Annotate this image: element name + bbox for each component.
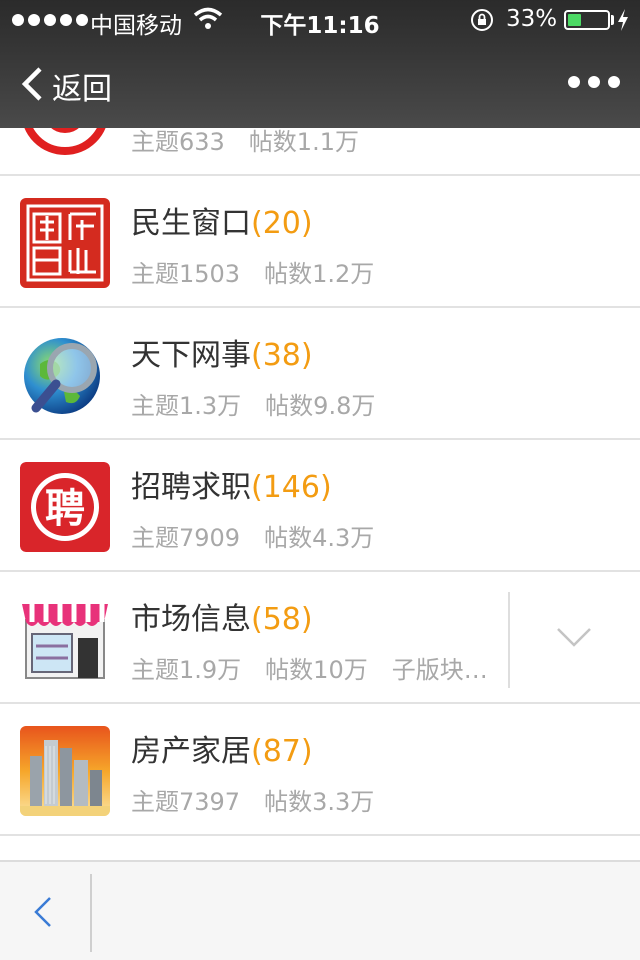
post-count: 帖数10万	[265, 656, 368, 684]
battery-percent: 33%	[506, 6, 558, 32]
forum-title: 房产家居(87)	[131, 726, 313, 770]
back-chevron-icon[interactable]	[20, 66, 44, 102]
forum-meta: 主题1.9万 帖数10万 子版块…	[131, 650, 512, 685]
forum-row-zhaopin[interactable]: 聘 招聘求职(146) 主题7909 帖数4.3万	[0, 440, 640, 572]
hire-badge-char: 聘	[45, 486, 85, 532]
forum-title: 民生窗口(20)	[131, 198, 313, 242]
forum-meta: 主题1.3万 帖数9.8万	[131, 386, 399, 421]
thread-count: (58)	[251, 602, 313, 637]
topic-count: 主题633	[131, 128, 225, 156]
forum-name: 民生窗口	[131, 206, 251, 241]
battery-icon	[564, 10, 610, 30]
forum-name: 天下网事	[131, 338, 251, 373]
forum-title: 招聘求职(146)	[131, 462, 332, 506]
post-count: 帖数3.3万	[264, 788, 375, 816]
forum-row-minsheng[interactable]: 民生窗口(20) 主题1503 帖数1.2万	[0, 176, 640, 308]
forum-row-fangchan[interactable]: 房产家居(87) 主题7397 帖数3.3万	[0, 704, 640, 836]
toolbar-divider	[90, 874, 92, 952]
forum-row-shichang[interactable]: 市场信息(58) 主题1.9万 帖数10万 子版块…	[0, 572, 640, 704]
battery-level	[568, 14, 581, 26]
status-bar: 中国移动 下午11:16 33%	[0, 0, 640, 40]
chevron-down-icon[interactable]	[556, 626, 592, 648]
post-count: 帖数4.3万	[264, 524, 375, 552]
post-count: 帖数9.8万	[265, 392, 376, 420]
post-count: 帖数1.1万	[248, 128, 359, 156]
forum-meta: 主题7397 帖数3.3万	[131, 782, 398, 817]
orientation-lock-icon	[471, 9, 493, 31]
seal-stamp-icon	[20, 198, 110, 288]
skyscrapers-icon	[20, 726, 110, 816]
forum-name: 市场信息	[131, 602, 251, 637]
forum-list[interactable]: 主题633 帖数1.1万 民生窗口(20) 主题1503 帖数1.2万 天下网事…	[0, 44, 640, 836]
row-divider	[508, 592, 510, 688]
thread-count: (146)	[251, 470, 332, 505]
globe-magnifier-icon	[20, 330, 110, 420]
top-bar: 中国移动 下午11:16 33% 返回	[0, 0, 640, 128]
topic-count: 主题1.3万	[131, 392, 242, 420]
battery-tip	[611, 15, 614, 25]
storefront-icon	[20, 594, 110, 684]
hire-badge-icon: 聘	[20, 462, 110, 552]
subforum-link[interactable]: 子版块…	[392, 656, 488, 684]
chevron-left-icon[interactable]	[28, 892, 56, 932]
topic-count: 主题7397	[131, 788, 241, 816]
forum-meta: 主题1503 帖数1.2万	[131, 254, 398, 289]
forum-name: 招聘求职	[131, 470, 251, 505]
charging-icon	[618, 9, 628, 31]
app-screen: 主题633 帖数1.1万 民生窗口(20) 主题1503 帖数1.2万 天下网事…	[0, 0, 640, 960]
forum-title: 天下网事(38)	[131, 330, 313, 374]
forum-row-tianxia[interactable]: 天下网事(38) 主题1.3万 帖数9.8万	[0, 308, 640, 440]
more-dots-icon[interactable]	[568, 76, 620, 88]
thread-count: (20)	[251, 206, 313, 241]
topic-count: 主题1.9万	[131, 656, 242, 684]
topic-count: 主题7909	[131, 524, 241, 552]
back-button[interactable]: 返回	[52, 64, 112, 108]
forum-meta: 主题7909 帖数4.3万	[131, 518, 398, 553]
forum-title: 市场信息(58)	[131, 594, 313, 638]
bottom-toolbar	[0, 860, 640, 960]
post-count: 帖数1.2万	[264, 260, 375, 288]
thread-count: (38)	[251, 338, 313, 373]
forum-name: 房产家居	[131, 734, 251, 769]
topic-count: 主题1503	[131, 260, 241, 288]
thread-count: (87)	[251, 734, 313, 769]
